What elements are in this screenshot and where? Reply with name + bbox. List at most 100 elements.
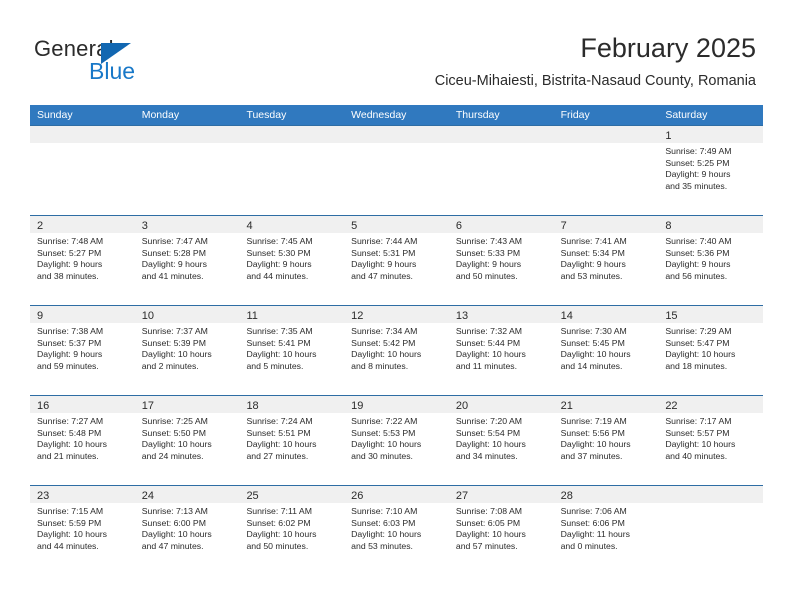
daylight-duration-line2: and 40 minutes. <box>665 450 728 461</box>
calendar-day-cell[interactable]: 15 Sunrise: 7:29 AM Sunset: 5:47 PM Dayligh… <box>658 305 764 395</box>
calendar-day-cell[interactable]: 14 Sunrise: 7:30 AM Sunset: 5:45 PM Dayligh… <box>553 305 659 395</box>
sunset-time: Sunset: 5:36 PM <box>665 247 730 258</box>
daylight-duration-line2: and 0 minutes. <box>560 540 618 551</box>
day-number-band: 7 <box>553 216 659 233</box>
calendar-day-cell[interactable]: 1 Sunrise: 7:49 AM Sunset: 5:25 PM Daylight… <box>658 125 764 215</box>
day-number: 13 <box>455 310 469 322</box>
day-details: Sunrise: 7:10 AM Sunset: 6:03 PM Daylight:… <box>344 503 449 552</box>
daylight-duration-line1: Daylight: 10 hours <box>141 529 212 540</box>
calendar-day-cell[interactable]: 8 Sunrise: 7:40 AM Sunset: 5:36 PM Daylight… <box>658 215 764 305</box>
calendar-day-cell[interactable]: 7 Sunrise: 7:41 AM Sunset: 5:34 PM Daylight… <box>553 215 659 305</box>
day-number-band: 14 <box>553 306 659 323</box>
day-number-band: 26 <box>344 486 449 503</box>
calendar-day-cell[interactable]: 5 Sunrise: 7:44 AM Sunset: 5:31 PM Daylight… <box>344 215 449 305</box>
sunset-time: Sunset: 5:25 PM <box>665 157 730 168</box>
calendar-day-cell[interactable]: 20 Sunrise: 7:20 AM Sunset: 5:54 PM Dayligh… <box>448 395 554 485</box>
calendar-day-cell[interactable]: 2 Sunrise: 7:48 AM Sunset: 5:27 PM Daylight… <box>30 215 135 305</box>
daylight-duration-line2: and 37 minutes. <box>560 450 623 461</box>
calendar-day-cell[interactable]: 16 Sunrise: 7:27 AM Sunset: 5:48 PM Dayligh… <box>30 395 135 485</box>
day-number-band: 21 <box>553 396 659 413</box>
sunrise-time: Sunrise: 7:48 AM <box>37 236 104 246</box>
sunset-time: Sunset: 5:54 PM <box>455 427 521 438</box>
calendar-day-cell[interactable]: 3 Sunrise: 7:47 AM Sunset: 5:28 PM Daylight… <box>134 215 240 305</box>
general-blue-logo[interactable]: General Blue <box>34 36 234 88</box>
calendar-day-cell[interactable]: 26 Sunrise: 7:10 AM Sunset: 6:03 PM Dayligh… <box>344 485 449 575</box>
calendar-day-cell[interactable]: 13 Sunrise: 7:32 AM Sunset: 5:44 PM Dayligh… <box>448 305 554 395</box>
calendar-day-cell[interactable]: 9 Sunrise: 7:38 AM Sunset: 5:37 PM Daylight… <box>30 305 135 395</box>
daylight-duration-line1: Daylight: 9 hours <box>141 259 207 270</box>
weekday-header-monday: Monday <box>141 109 180 121</box>
calendar-empty-cell <box>448 125 554 215</box>
calendar-day-cell[interactable]: 4 Sunrise: 7:45 AM Sunset: 5:30 PM Daylight… <box>239 215 345 305</box>
day-number-band: 4 <box>239 216 345 233</box>
page-header: General Blue February 2025 Ciceu-Mihaies… <box>0 0 792 100</box>
sunset-time: Sunset: 5:53 PM <box>351 427 416 438</box>
calendar-day-cell[interactable]: 25 Sunrise: 7:11 AM Sunset: 6:02 PM Dayligh… <box>239 485 345 575</box>
day-number-band: 18 <box>239 396 345 413</box>
day-number: 8 <box>665 220 672 232</box>
calendar-day-cell[interactable]: 28 Sunrise: 7:06 AM Sunset: 6:06 PM Dayligh… <box>553 485 659 575</box>
day-number-band <box>30 126 135 143</box>
day-details: Sunrise: 7:24 AM Sunset: 5:51 PM Daylight:… <box>239 413 344 462</box>
sunrise-time: Sunrise: 7:19 AM <box>560 416 627 426</box>
daylight-duration-line1: Daylight: 9 hours <box>665 169 731 180</box>
calendar-day-cell[interactable]: 10 Sunrise: 7:37 AM Sunset: 5:39 PM Dayligh… <box>134 305 240 395</box>
day-number-band <box>239 126 345 143</box>
daylight-duration-line1: Daylight: 10 hours <box>560 349 631 360</box>
daylight-duration-line2: and 11 minutes. <box>455 360 518 371</box>
calendar-day-cell[interactable]: 24 Sunrise: 7:13 AM Sunset: 6:00 PM Dayligh… <box>134 485 240 575</box>
day-details: Sunrise: 7:40 AM Sunset: 5:36 PM Daylight:… <box>658 233 763 282</box>
weekday-header-thursday: Thursday <box>455 109 500 121</box>
day-details: Sunrise: 7:13 AM Sunset: 6:00 PM Daylight:… <box>135 503 240 552</box>
day-number-band: 3 <box>134 216 240 233</box>
sunset-time: Sunset: 5:37 PM <box>37 337 102 348</box>
day-details: Sunrise: 7:44 AM Sunset: 5:31 PM Daylight:… <box>344 233 449 282</box>
daylight-duration-line2: and 27 minutes. <box>246 450 309 461</box>
calendar-day-cell[interactable]: 21 Sunrise: 7:19 AM Sunset: 5:56 PM Dayligh… <box>553 395 659 485</box>
daylight-duration-line1: Daylight: 9 hours <box>37 259 103 270</box>
day-number-band: 16 <box>30 396 135 413</box>
daylight-duration-line1: Daylight: 10 hours <box>455 439 526 450</box>
daylight-duration-line2: and 30 minutes. <box>351 450 413 461</box>
calendar-empty-cell <box>239 125 345 215</box>
daylight-duration-line1: Daylight: 10 hours <box>560 439 631 450</box>
sunrise-time: Sunrise: 7:24 AM <box>246 416 313 426</box>
sunrise-time: Sunrise: 7:34 AM <box>351 326 418 336</box>
day-number: 6 <box>455 220 462 232</box>
calendar-day-cell[interactable]: 19 Sunrise: 7:22 AM Sunset: 5:53 PM Dayligh… <box>344 395 449 485</box>
calendar-day-cell[interactable]: 27 Sunrise: 7:08 AM Sunset: 6:05 PM Dayligh… <box>448 485 554 575</box>
day-details: Sunrise: 7:30 AM Sunset: 5:45 PM Daylight:… <box>554 323 659 372</box>
daylight-duration-line1: Daylight: 10 hours <box>141 349 212 360</box>
sunrise-time: Sunrise: 7:47 AM <box>141 236 208 246</box>
day-details: Sunrise: 7:37 AM Sunset: 5:39 PM Daylight:… <box>135 323 240 372</box>
weekday-header-tuesday: Tuesday <box>246 109 287 121</box>
day-number-band: 8 <box>658 216 764 233</box>
daylight-duration-line2: and 53 minutes. <box>351 540 413 551</box>
sunrise-time: Sunrise: 7:35 AM <box>246 326 313 336</box>
calendar-day-cell[interactable]: 6 Sunrise: 7:43 AM Sunset: 5:33 PM Daylight… <box>448 215 554 305</box>
weekday-header-friday: Friday <box>560 109 590 121</box>
sunrise-time: Sunrise: 7:29 AM <box>665 326 732 336</box>
day-details: Sunrise: 7:34 AM Sunset: 5:42 PM Daylight:… <box>344 323 449 372</box>
calendar-day-cell[interactable]: 18 Sunrise: 7:24 AM Sunset: 5:51 PM Dayligh… <box>239 395 345 485</box>
calendar-day-cell[interactable]: 22 Sunrise: 7:17 AM Sunset: 5:57 PM Dayligh… <box>658 395 764 485</box>
calendar-empty-cell <box>30 125 135 215</box>
title-block: February 2025 Ciceu-Mihaiesti, Bistrita-… <box>435 32 756 91</box>
sunrise-time: Sunrise: 7:10 AM <box>351 506 418 516</box>
sunrise-time: Sunrise: 7:20 AM <box>455 416 523 426</box>
calendar-day-cell[interactable]: 17 Sunrise: 7:25 AM Sunset: 5:50 PM Dayligh… <box>134 395 240 485</box>
day-number: 12 <box>351 310 364 322</box>
daylight-duration-line2: and 14 minutes. <box>560 360 623 371</box>
daylight-duration-line2: and 50 minutes. <box>455 270 518 281</box>
calendar-day-cell[interactable]: 12 Sunrise: 7:34 AM Sunset: 5:42 PM Dayligh… <box>344 305 449 395</box>
calendar-day-cell[interactable]: 23 Sunrise: 7:15 AM Sunset: 5:59 PM Dayligh… <box>30 485 135 575</box>
calendar-day-cell[interactable]: 11 Sunrise: 7:35 AM Sunset: 5:41 PM Dayligh… <box>239 305 345 395</box>
day-number: 20 <box>455 400 469 412</box>
daylight-duration-line2: and 53 minutes. <box>560 270 623 281</box>
day-details: Sunrise: 7:29 AM Sunset: 5:47 PM Daylight:… <box>658 323 763 372</box>
daylight-duration-line2: and 5 minutes. <box>246 360 304 371</box>
day-number-band: 12 <box>344 306 449 323</box>
sunrise-time: Sunrise: 7:11 AM <box>246 506 312 516</box>
day-number: 11 <box>246 310 258 322</box>
day-number: 16 <box>37 400 50 412</box>
